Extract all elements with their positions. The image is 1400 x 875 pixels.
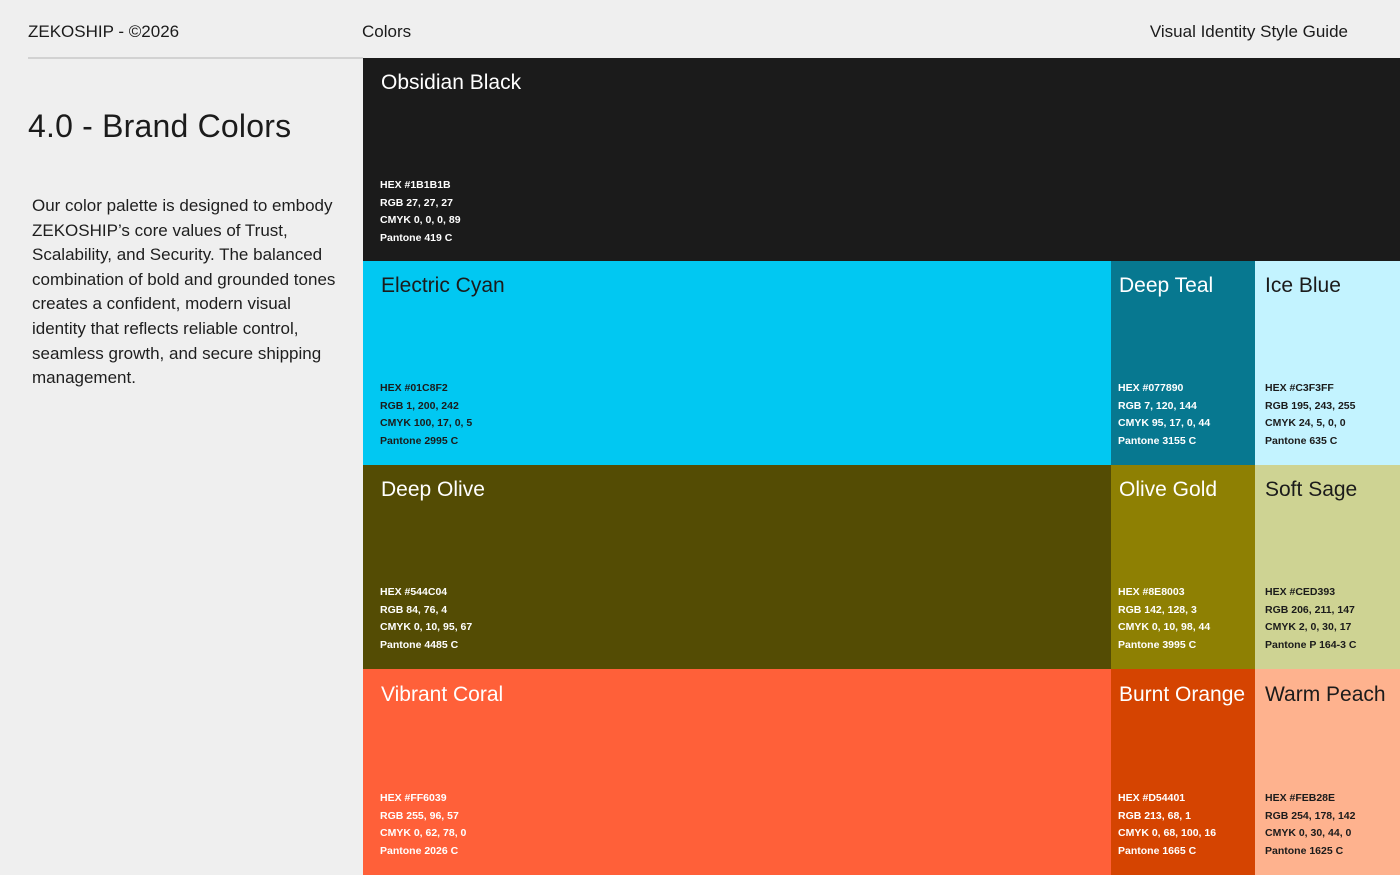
hex-value: HEX #8E8003: [1118, 586, 1185, 598]
hex-value: HEX #544C04: [380, 586, 448, 598]
page-header: ZEKOSHIP - ©2026 Colors Visual Identity …: [0, 0, 1400, 59]
swatch-name: Warm Peach: [1265, 683, 1386, 706]
swatch-specs: HEX #544C04 RGB 84, 76, 4 CMYK 0, 10, 95…: [380, 584, 472, 654]
rgb-value: RGB 142, 128, 3: [1118, 603, 1197, 616]
pantone-value: Pantone 4485 C: [380, 638, 459, 651]
hex-value: HEX #D54401: [1118, 792, 1186, 804]
rgb-value: RGB 213, 68, 1: [1118, 809, 1191, 822]
pantone-value: Pantone P 164-3 C: [1265, 638, 1357, 651]
cmyk-value: CMYK 0, 0, 0, 89: [380, 214, 461, 227]
pantone-value: Pantone 2995 C: [380, 434, 459, 447]
swatch-name: Electric Cyan: [381, 274, 505, 297]
cmyk-value: CMYK 0, 30, 44, 0: [1265, 827, 1352, 840]
swatch-vibrant-coral: Vibrant Coral HEX #FF6039 RGB 255, 96, 5…: [363, 669, 1111, 875]
hex-value: HEX #FF6039: [380, 792, 447, 804]
rgb-value: RGB 254, 178, 142: [1265, 809, 1356, 822]
swatch-name: Obsidian Black: [381, 71, 522, 94]
pantone-value: Pantone 1625 C: [1265, 844, 1344, 857]
swatch-specs: HEX #1B1B1B RGB 27, 27, 27 CMYK 0, 0, 0,…: [380, 177, 461, 247]
swatch-deep-teal: Deep Teal HEX #077890 RGB 7, 120, 144 CM…: [1111, 261, 1255, 465]
cmyk-value: CMYK 0, 10, 95, 67: [380, 621, 473, 634]
swatch-olive-gold: Olive Gold HEX #8E8003 RGB 142, 128, 3 C…: [1111, 465, 1255, 669]
cmyk-value: CMYK 0, 10, 98, 44: [1118, 621, 1211, 634]
hex-value: HEX #CED393: [1265, 586, 1336, 598]
swatch-warm-peach: Warm Peach HEX #FEB28E RGB 254, 178, 142…: [1255, 669, 1400, 875]
swatch-name: Deep Olive: [381, 478, 485, 501]
swatch-deep-olive: Deep Olive HEX #544C04 RGB 84, 76, 4 CMY…: [363, 465, 1111, 669]
rgb-value: RGB 84, 76, 4: [380, 603, 448, 616]
swatch-burnt-orange: Burnt Orange HEX #D54401 RGB 213, 68, 1 …: [1111, 669, 1255, 875]
cmyk-value: CMYK 100, 17, 0, 5: [380, 417, 473, 430]
swatch-name: Olive Gold: [1119, 478, 1218, 501]
cmyk-value: CMYK 0, 68, 100, 16: [1118, 827, 1217, 840]
cmyk-value: CMYK 24, 5, 0, 0: [1265, 417, 1346, 430]
intro-paragraph: Our color palette is designed to embody …: [32, 196, 336, 388]
brand-copyright: ZEKOSHIP - ©2026: [28, 22, 180, 41]
swatch-obsidian-black: Obsidian Black HEX #1B1B1B RGB 27, 27, 2…: [363, 58, 1400, 261]
cmyk-value: CMYK 2, 0, 30, 17: [1265, 621, 1352, 634]
color-palette: Obsidian Black HEX #1B1B1B RGB 27, 27, 2…: [363, 58, 1400, 875]
swatch-name: Burnt Orange: [1119, 683, 1246, 706]
hex-value: HEX #1B1B1B: [380, 179, 451, 191]
swatch-soft-sage: Soft Sage HEX #CED393 RGB 206, 211, 147 …: [1255, 465, 1400, 669]
rgb-value: RGB 195, 243, 255: [1265, 399, 1356, 412]
pantone-value: Pantone 1665 C: [1118, 844, 1197, 857]
rgb-value: RGB 27, 27, 27: [380, 196, 453, 209]
section-name: Colors: [362, 22, 412, 41]
swatch-specs: HEX #01C8F2 RGB 1, 200, 242 CMYK 100, 17…: [380, 380, 472, 450]
swatch-ice-blue: Ice Blue HEX #C3F3FF RGB 195, 243, 255 C…: [1255, 261, 1400, 465]
page-title: 4.0 - Brand Colors: [28, 108, 292, 144]
swatch-specs: HEX #FEB28E RGB 254, 178, 142 CMYK 0, 30…: [1265, 790, 1355, 860]
swatch-specs: HEX #CED393 RGB 206, 211, 147 CMYK 2, 0,…: [1265, 584, 1356, 654]
rgb-value: RGB 7, 120, 144: [1118, 399, 1197, 412]
cmyk-value: CMYK 0, 62, 78, 0: [380, 827, 467, 840]
pantone-value: Pantone 635 C: [1265, 434, 1338, 447]
swatch-specs: HEX #D54401 RGB 213, 68, 1 CMYK 0, 68, 1…: [1118, 790, 1216, 860]
header-divider: [28, 57, 363, 59]
swatch-name: Ice Blue: [1265, 274, 1341, 297]
swatch-name: Deep Teal: [1119, 274, 1214, 297]
swatch-specs: HEX #077890 RGB 7, 120, 144 CMYK 95, 17,…: [1118, 380, 1210, 450]
hex-value: HEX #01C8F2: [380, 382, 448, 394]
hex-value: HEX #FEB28E: [1265, 792, 1336, 804]
cmyk-value: CMYK 95, 17, 0, 44: [1118, 417, 1211, 430]
rgb-value: RGB 1, 200, 242: [380, 399, 459, 412]
pantone-value: Pantone 2026 C: [380, 844, 459, 857]
hex-value: HEX #077890: [1118, 382, 1184, 394]
swatch-specs: HEX #8E8003 RGB 142, 128, 3 CMYK 0, 10, …: [1118, 584, 1210, 654]
pantone-value: Pantone 3155 C: [1118, 434, 1197, 447]
rgb-value: RGB 255, 96, 57: [380, 809, 459, 822]
swatch-specs: HEX #C3F3FF RGB 195, 243, 255 CMYK 24, 5…: [1265, 380, 1355, 450]
swatch-specs: HEX #FF6039 RGB 255, 96, 57 CMYK 0, 62, …: [380, 790, 466, 860]
swatch-name: Soft Sage: [1265, 478, 1358, 501]
hex-value: HEX #C3F3FF: [1265, 382, 1334, 394]
guide-title: Visual Identity Style Guide: [1149, 22, 1348, 41]
swatch-name: Vibrant Coral: [381, 683, 504, 706]
pantone-value: Pantone 3995 C: [1118, 638, 1197, 651]
pantone-value: Pantone 419 C: [380, 231, 453, 244]
rgb-value: RGB 206, 211, 147: [1265, 603, 1355, 616]
swatch-electric-cyan: Electric Cyan HEX #01C8F2 RGB 1, 200, 24…: [363, 261, 1111, 465]
